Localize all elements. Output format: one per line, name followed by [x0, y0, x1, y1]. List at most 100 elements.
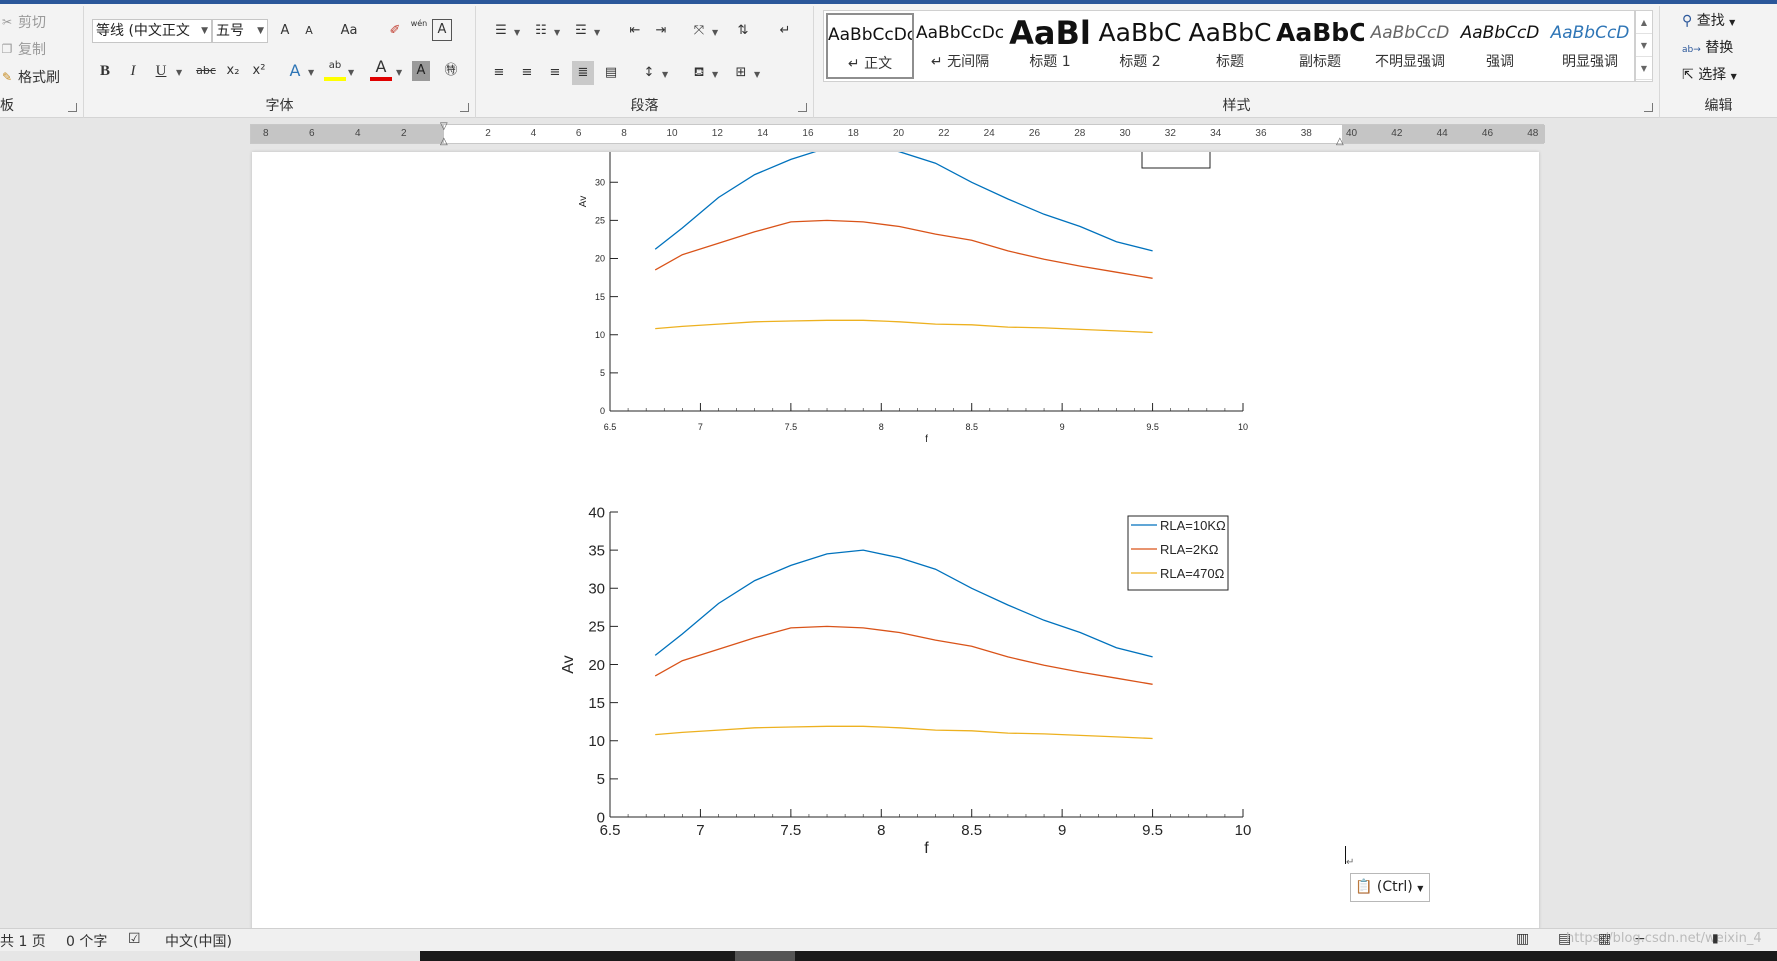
sort-button[interactable]: ⇅ [732, 19, 754, 43]
shading-button[interactable]: ⛾ [688, 61, 710, 85]
editing-group: 编辑 [1660, 6, 1777, 118]
ruler-number: 8 [621, 128, 627, 139]
chevron-down-icon[interactable]: ▼ [348, 68, 354, 77]
styles-dialog-launcher[interactable] [1644, 103, 1653, 112]
chevron-down-icon[interactable]: ▼ [514, 28, 520, 37]
italic-button[interactable]: I [122, 59, 144, 83]
chevron-down-icon[interactable]: ▼ [396, 68, 402, 77]
paragraph-mark: ↵ [1346, 857, 1355, 868]
y-tick-label: 0 [600, 406, 605, 416]
clipboard-icon: 📋 [1355, 879, 1373, 895]
paste-options-label: (Ctrl) [1376, 879, 1413, 895]
increase-indent-button[interactable]: ⇥ [650, 19, 672, 43]
clear-formatting-button[interactable]: ✐ [384, 19, 406, 43]
left-indent-marker[interactable]: △ [440, 136, 448, 147]
borders-button[interactable]: ⊞ [730, 61, 752, 85]
clipboard-dialog-launcher[interactable] [68, 103, 77, 112]
chevron-down-icon[interactable]: ▼ [594, 28, 600, 37]
underline-button[interactable]: U [150, 59, 172, 83]
superscript-button[interactable]: x² [248, 59, 270, 83]
font-dialog-launcher[interactable] [460, 103, 469, 112]
chevron-down-icon[interactable]: ▼ [754, 70, 760, 79]
multilevel-list-button[interactable]: ☲ [570, 19, 592, 43]
change-case-button[interactable]: Aa [334, 19, 364, 43]
copy-button[interactable]: ❐ 复制 [0, 39, 46, 59]
ruler-number: 42 [1391, 128, 1403, 139]
right-indent-marker[interactable]: △ [1336, 136, 1344, 147]
char-border-button[interactable]: A [432, 19, 452, 41]
font-name-value: 等线 (中文正文 [96, 23, 190, 39]
shrink-font-button[interactable]: A [298, 19, 320, 43]
font-name-combo[interactable]: 等线 (中文正文 ▼ [92, 19, 212, 43]
copy-label: 复制 [18, 42, 46, 58]
ruler-number: 44 [1436, 128, 1448, 139]
first-line-indent-marker[interactable]: ▽ [440, 121, 448, 132]
word-count[interactable]: 0 个字 [66, 931, 107, 951]
chevron-down-icon[interactable]: ▼ [554, 28, 560, 37]
chevron-down-icon[interactable]: ▼ [712, 28, 718, 37]
font-color-button[interactable]: A [370, 57, 392, 81]
x-tick-label: 8.5 [965, 422, 978, 432]
align-left-button[interactable]: ≡ [488, 61, 510, 85]
ruler-number: 4 [530, 128, 537, 139]
ruler-number: 10 [666, 128, 678, 139]
zoom-slider-thumb[interactable]: ▮ [1712, 931, 1719, 945]
ruler-number: 20 [893, 128, 905, 139]
show-marks-button[interactable]: ↵ [774, 19, 796, 43]
align-left-icon: ≡ [493, 65, 505, 80]
x-axis-label: f [925, 434, 928, 445]
y-tick-label: 20 [588, 657, 605, 674]
chevron-down-icon[interactable]: ▼ [176, 68, 182, 77]
proofing-icon[interactable]: ☑ [128, 931, 141, 947]
x-tick-label: 9.5 [1142, 822, 1163, 839]
phonetic-guide-button[interactable]: wén [408, 17, 430, 41]
distributed-button[interactable]: ▤ [600, 61, 622, 85]
y-tick-label: 5 [600, 368, 605, 378]
highlight-button[interactable]: ab [324, 57, 346, 81]
text-effects-button[interactable]: A [284, 59, 306, 83]
char-shading-button[interactable]: A [412, 61, 430, 81]
shrink-font-label: A [305, 24, 313, 37]
ruler-number: 32 [1164, 128, 1176, 139]
bold-button[interactable]: B [94, 59, 116, 83]
chevron-down-icon[interactable]: ▼ [308, 68, 314, 77]
justify-button[interactable]: ≣ [572, 61, 594, 85]
align-center-icon: ≡ [521, 65, 533, 80]
enclose-char-button[interactable]: ㊕ [440, 59, 462, 83]
read-mode-icon[interactable]: ▥ [1516, 931, 1529, 947]
x-tick-label: 7.5 [785, 422, 798, 432]
align-right-button[interactable]: ≡ [544, 61, 566, 85]
numbering-button[interactable]: ☷ [530, 19, 552, 43]
asian-layout-button[interactable]: ⤧ [688, 19, 710, 43]
y-tick-label: 25 [588, 619, 605, 636]
char-shading-icon: A [416, 63, 426, 78]
paragraph-dialog-launcher[interactable] [798, 103, 807, 112]
italic-label: I [130, 63, 136, 79]
chevron-down-icon[interactable]: ▼ [712, 70, 718, 79]
paste-options-button[interactable]: 📋 (Ctrl) ▼ [1350, 873, 1430, 902]
change-case-label: Aa [340, 23, 358, 38]
line-spacing-button[interactable]: ↕ [638, 61, 660, 85]
format-painter-button[interactable]: ✎ 格式刷 [0, 67, 60, 87]
bullets-button[interactable]: ☰ [490, 19, 512, 43]
ribbon: ✂ 剪切 ❐ 复制 ✎ 格式刷 板 等线 (中文正文 ▼ 五号 ▼ A A Aa… [0, 0, 1777, 118]
strikethrough-button[interactable]: abc [192, 59, 220, 83]
ruler-number: 46 [1481, 128, 1494, 139]
chart-canvas: 6.5 7 7.5 8 8.5 9 9.5 10051015202530fAv6.5 7 7.5 8… [560, 152, 1251, 857]
align-center-button[interactable]: ≡ [516, 61, 538, 85]
decrease-indent-button[interactable]: ⇤ [624, 19, 646, 43]
subscript-button[interactable]: x₂ [222, 59, 244, 83]
legend-label: RLA=2KΩ [1160, 542, 1219, 557]
distributed-icon: ▤ [604, 65, 618, 80]
chevron-down-icon[interactable]: ▼ [662, 70, 668, 79]
cut-button[interactable]: ✂ 剪切 [0, 12, 46, 32]
paragraph-mark-icon: ↵ [779, 23, 791, 38]
ruler-number: 16 [802, 128, 814, 139]
font-size-combo[interactable]: 五号 ▼ [212, 19, 268, 43]
document-page[interactable]: 6.5 7 7.5 8 8.5 9 9.5 10 0 5 10 15 20 25 30 f Av 6.5 7 7.5 8… [252, 152, 1539, 930]
language-indicator[interactable]: 中文(中国) [165, 931, 232, 951]
chart-1: 6.5 7 7.5 8 8.5 9 9.5 10 0 5 10 15 20 25 30 f Av [578, 152, 1248, 445]
page-count[interactable]: 共 1 页 [0, 931, 46, 951]
line-spacing-icon: ↕ [643, 65, 655, 80]
grow-font-button[interactable]: A [274, 19, 296, 43]
